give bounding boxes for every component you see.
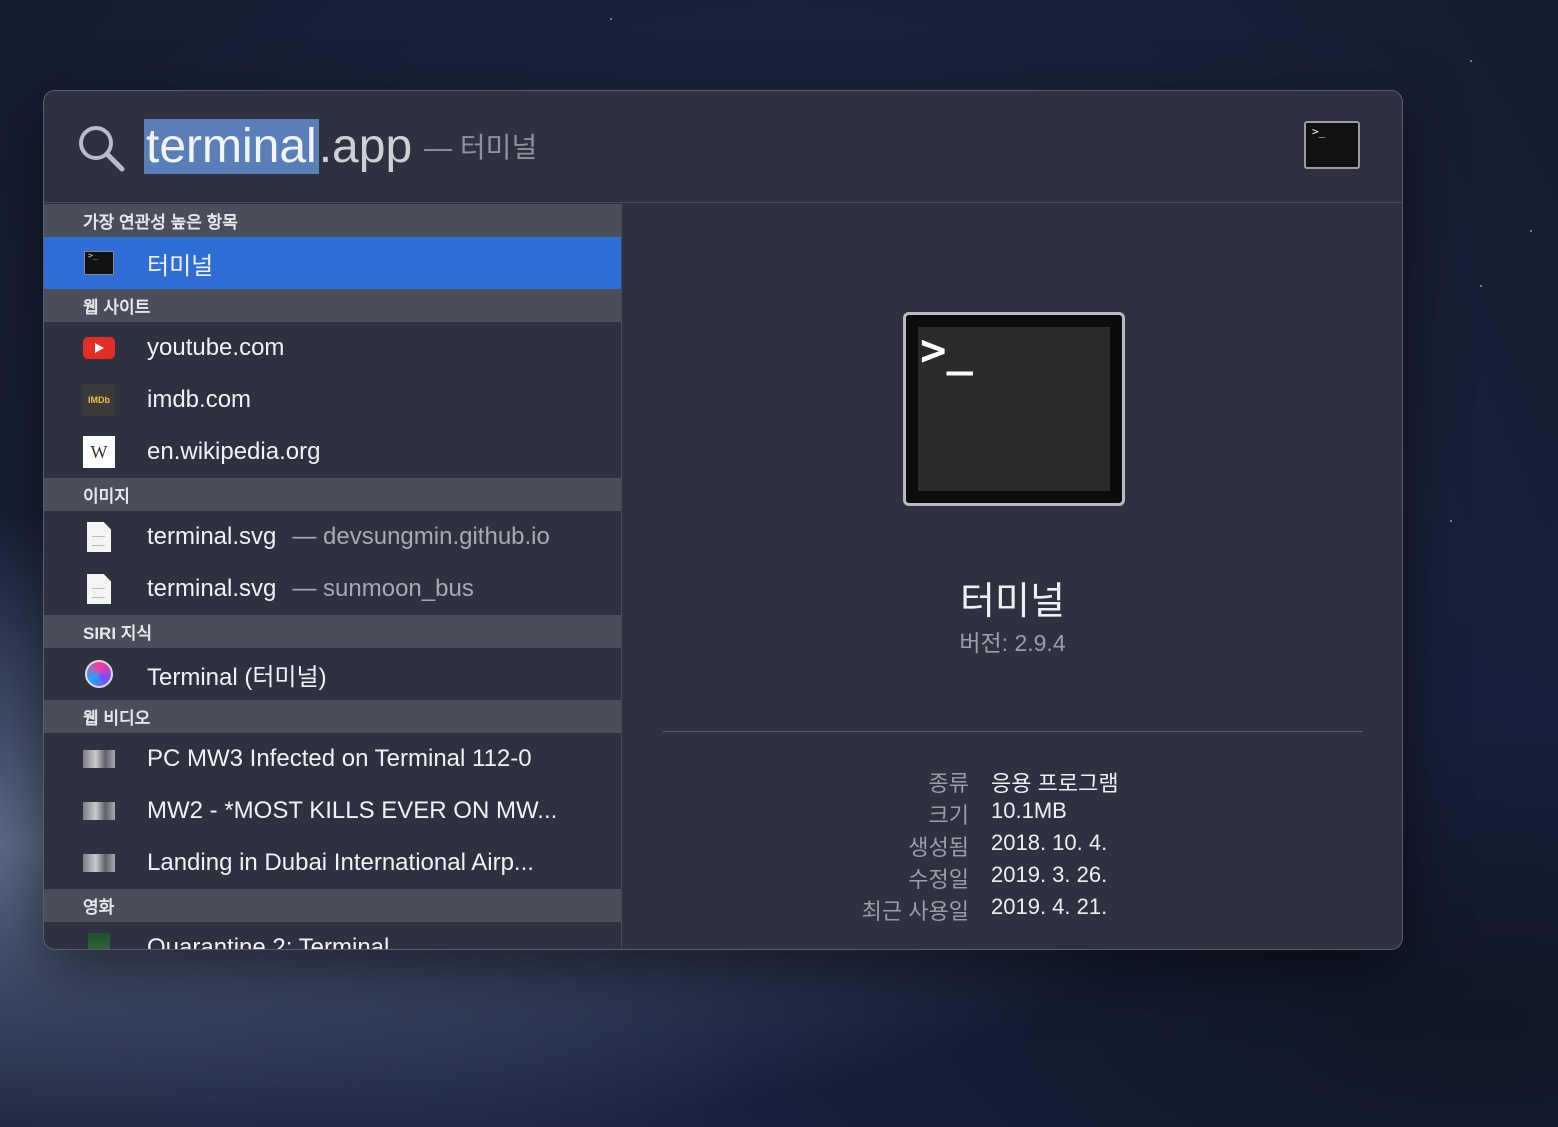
info-row-modified: 수정일 2019. 3. 26. [623, 862, 1402, 894]
result-label: youtube.com [147, 334, 285, 361]
result-label: Terminal (터미널) [147, 663, 327, 691]
star [1450, 520, 1452, 522]
star [1480, 285, 1482, 287]
result-sublabel: — devsungmin.github.io [292, 523, 550, 550]
search-icon [79, 126, 125, 172]
info-row-created: 생성됨 2018. 10. 4. [623, 830, 1402, 862]
result-label: Landing in Dubai International Airp... [147, 849, 534, 876]
spotlight-window: terminal .app — 터미널 >_ 가장 연관성 높은 항목 터미널 … [43, 90, 1403, 950]
search-input[interactable]: terminal .app — 터미널 [144, 113, 537, 179]
info-value: 2018. 10. 4. [991, 830, 1108, 855]
result-label: MW2 - *MOST KILLS EVER ON MW... [147, 797, 558, 824]
results-list[interactable]: 가장 연관성 높은 항목 터미널 웹 사이트 youtube.com IMDb … [44, 204, 622, 950]
section-header-websites: 웹 사이트 [44, 289, 621, 322]
imdb-icon: IMDb [83, 384, 115, 416]
video-thumbnail-icon [83, 847, 115, 879]
info-value: 2019. 3. 26. [991, 862, 1108, 887]
info-key: 수정일 [908, 867, 969, 892]
result-label: imdb.com [147, 386, 252, 413]
search-bar[interactable]: terminal .app — 터미널 >_ [44, 91, 1402, 203]
preview-pane: >_ 터미널 버전: 2.9.4 종류 응용 프로그램 크기 10.1MB 생성… [623, 204, 1402, 949]
result-label: PC MW3 Infected on Terminal 112-0 [147, 745, 532, 772]
result-item-image[interactable]: terminal.svg — devsungmin.github.io [44, 511, 621, 563]
section-header-movies: 영화 [44, 889, 621, 922]
result-item-terminal[interactable]: 터미널 [44, 237, 621, 289]
app-version: 버전: 2.9.4 [959, 630, 1066, 656]
info-key: 크기 [928, 803, 969, 828]
result-item-movie[interactable]: Quarantine 2: Terminal [44, 922, 621, 950]
youtube-icon [83, 332, 115, 364]
app-info-table: 종류 응용 프로그램 크기 10.1MB 생성됨 2018. 10. 4. 수정… [623, 766, 1402, 926]
video-thumbnail-icon [83, 795, 115, 827]
result-item-video[interactable]: Landing in Dubai International Airp... [44, 837, 621, 889]
result-label: 터미널 [147, 252, 214, 280]
section-header-web-videos: 웹 비디오 [44, 700, 621, 733]
result-label: terminal.svg [147, 523, 277, 550]
video-thumbnail-icon [83, 743, 115, 775]
result-item-youtube[interactable]: youtube.com [44, 322, 621, 374]
star [610, 18, 612, 20]
star [1470, 60, 1472, 62]
search-query-hint: — 터미널 [424, 132, 538, 163]
result-item-video[interactable]: MW2 - *MOST KILLS EVER ON MW... [44, 785, 621, 837]
info-key: 생성됨 [908, 835, 969, 860]
search-query-selected-text[interactable]: terminal [144, 118, 319, 174]
result-label: en.wikipedia.org [147, 438, 321, 465]
file-icon [83, 521, 115, 553]
section-header-siri: SIRI 지식 [44, 615, 621, 648]
result-item-image[interactable]: terminal.svg — sunmoon_bus [44, 563, 621, 615]
terminal-app-icon [83, 247, 115, 279]
info-row-size: 크기 10.1MB [623, 798, 1402, 830]
search-query-completion: .app [318, 119, 413, 173]
file-icon [83, 573, 115, 605]
app-name: 터미널 [960, 581, 1065, 623]
result-item-imdb[interactable]: IMDb imdb.com [44, 374, 621, 426]
result-label: terminal.svg [147, 575, 277, 602]
terminal-large-icon: >_ [903, 312, 1125, 506]
info-row-last-used: 최근 사용일 2019. 4. 21. [623, 894, 1402, 926]
info-key: 종류 [928, 771, 969, 796]
info-value: 응용 프로그램 [991, 771, 1119, 796]
info-value: 2019. 4. 21. [991, 894, 1108, 919]
result-sublabel: — sunmoon_bus [292, 575, 474, 602]
info-row-kind: 종류 응용 프로그램 [623, 766, 1402, 798]
terminal-app-icon: >_ [1304, 121, 1360, 169]
section-header-top-hit: 가장 연관성 높은 항목 [44, 204, 621, 237]
section-header-images: 이미지 [44, 478, 621, 511]
wikipedia-icon: W [83, 436, 115, 468]
divider [663, 731, 1363, 732]
result-item-video[interactable]: PC MW3 Infected on Terminal 112-0 [44, 733, 621, 785]
result-item-siri[interactable]: Terminal (터미널) [44, 648, 621, 700]
movie-poster-icon [83, 932, 115, 949]
star [1530, 230, 1532, 232]
info-key: 최근 사용일 [861, 899, 969, 924]
info-value: 10.1MB [991, 798, 1067, 823]
result-label: Quarantine 2: Terminal [147, 934, 390, 950]
result-item-wikipedia[interactable]: W en.wikipedia.org [44, 426, 621, 478]
siri-icon [83, 658, 115, 690]
